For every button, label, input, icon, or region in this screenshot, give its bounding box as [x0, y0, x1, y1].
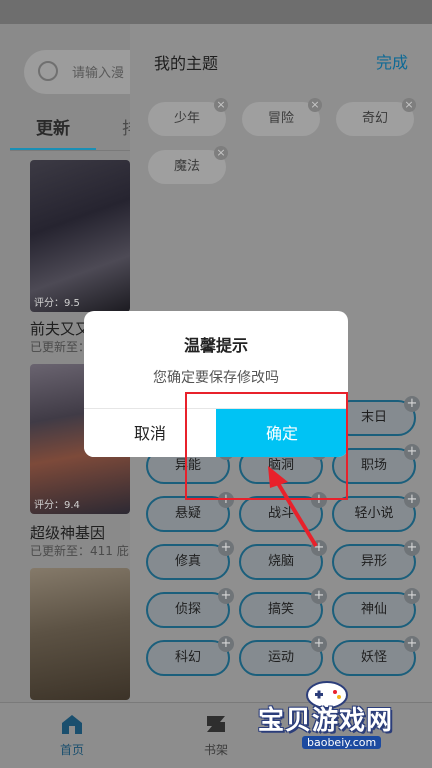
watermark-logo: 宝贝游戏网 baobeiy.com: [254, 676, 424, 764]
topic-label: 职场: [360, 458, 387, 473]
add-icon[interactable]: +: [404, 396, 420, 412]
remove-icon[interactable]: ×: [214, 146, 228, 160]
comic-title[interactable]: 前夫又又: [30, 318, 90, 339]
watermark-url: baobeiy.com: [302, 736, 382, 749]
cover-score: 评分：9.5: [34, 298, 80, 309]
topic-tag[interactable]: 侦探 +: [146, 588, 234, 628]
topic-label: 科幻: [174, 650, 201, 665]
tab-update[interactable]: 更新: [10, 114, 96, 151]
comic-title[interactable]: 超级神基因: [30, 522, 105, 543]
done-button[interactable]: 完成: [376, 49, 408, 73]
add-icon[interactable]: +: [218, 540, 234, 556]
topic-tag[interactable]: 运动 +: [239, 636, 327, 676]
add-icon[interactable]: +: [311, 540, 327, 556]
nav-label-bookshelf: 书架: [203, 743, 228, 757]
tab-divider: [10, 150, 130, 151]
search-placeholder: 请输入漫: [72, 66, 125, 81]
topic-label: 运动: [267, 650, 294, 665]
topic-label: 异形: [360, 554, 387, 569]
topic-label: 神仙: [360, 602, 387, 617]
add-icon[interactable]: +: [218, 636, 234, 652]
remove-icon[interactable]: ×: [402, 98, 416, 112]
my-topic-label: 少年: [173, 111, 200, 126]
topic-label: 搞笑: [267, 602, 294, 617]
topic-tag[interactable]: 战斗 +: [239, 492, 327, 532]
topic-label: 轻小说: [354, 506, 394, 521]
my-topic-label: 魔法: [173, 159, 200, 174]
topic-tag[interactable]: 异形 +: [332, 540, 420, 580]
comic-update-info: 已更新至：: [30, 340, 91, 354]
topic-tag[interactable]: 修真 +: [146, 540, 234, 580]
nav-label-home: 首页: [59, 743, 84, 757]
topic-label: 妖怪: [360, 650, 387, 665]
remove-icon[interactable]: ×: [214, 98, 228, 112]
add-icon[interactable]: +: [404, 444, 420, 460]
my-topic-tag[interactable]: 少年 ×: [148, 98, 228, 136]
add-icon[interactable]: +: [404, 492, 420, 508]
comic-cover[interactable]: 评分：9.5: [30, 160, 130, 312]
add-icon[interactable]: +: [311, 636, 327, 652]
cover-score: 评分：9.4: [34, 500, 80, 511]
comic-cover[interactable]: [30, 568, 130, 700]
topic-tag[interactable]: 轻小说 +: [332, 492, 420, 532]
dialog-title: 温馨提示: [183, 336, 248, 355]
topic-label: 烧脑: [267, 554, 294, 569]
my-topic-tag[interactable]: 魔法 ×: [148, 146, 228, 184]
topic-label: 修真: [174, 554, 201, 569]
topic-tag[interactable]: 神仙 +: [332, 588, 420, 628]
add-icon[interactable]: +: [404, 588, 420, 604]
add-icon[interactable]: +: [311, 588, 327, 604]
topic-tag[interactable]: 科幻 +: [146, 636, 234, 676]
watermark-text: 宝贝游戏网: [258, 706, 394, 736]
topic-tag[interactable]: 悬疑 +: [146, 492, 234, 532]
nav-item-bookshelf[interactable]: 书架: [186, 713, 246, 758]
topic-tag[interactable]: 妖怪 +: [332, 636, 420, 676]
add-icon[interactable]: +: [218, 588, 234, 604]
topic-label: 悬疑: [174, 506, 201, 521]
my-topic-tag[interactable]: 冒险 ×: [242, 98, 322, 136]
status-bar: [0, 0, 432, 24]
dialog-message: 您确定要保存修改吗: [153, 370, 279, 386]
bookshelf-icon: [207, 716, 225, 732]
my-topic-label: 冒险: [267, 111, 294, 126]
my-topic-label: 奇幻: [361, 111, 388, 126]
nav-item-home[interactable]: 首页: [42, 713, 102, 758]
topic-label: 末日: [360, 410, 387, 425]
comic-update-info: 已更新至：411 庇: [30, 544, 129, 558]
search-icon: [38, 61, 58, 81]
home-icon: [62, 715, 82, 734]
panel-title: 我的主题: [154, 54, 219, 73]
add-icon[interactable]: +: [404, 636, 420, 652]
remove-icon[interactable]: ×: [308, 98, 322, 112]
my-topic-tag[interactable]: 奇幻 ×: [336, 98, 416, 136]
annotation-box: [185, 392, 348, 500]
topic-label: 侦探: [174, 602, 201, 617]
add-icon[interactable]: +: [404, 540, 420, 556]
topic-tag[interactable]: 搞笑 +: [239, 588, 327, 628]
topic-label: 战斗: [267, 506, 294, 521]
topic-tag[interactable]: 烧脑 +: [239, 540, 327, 580]
